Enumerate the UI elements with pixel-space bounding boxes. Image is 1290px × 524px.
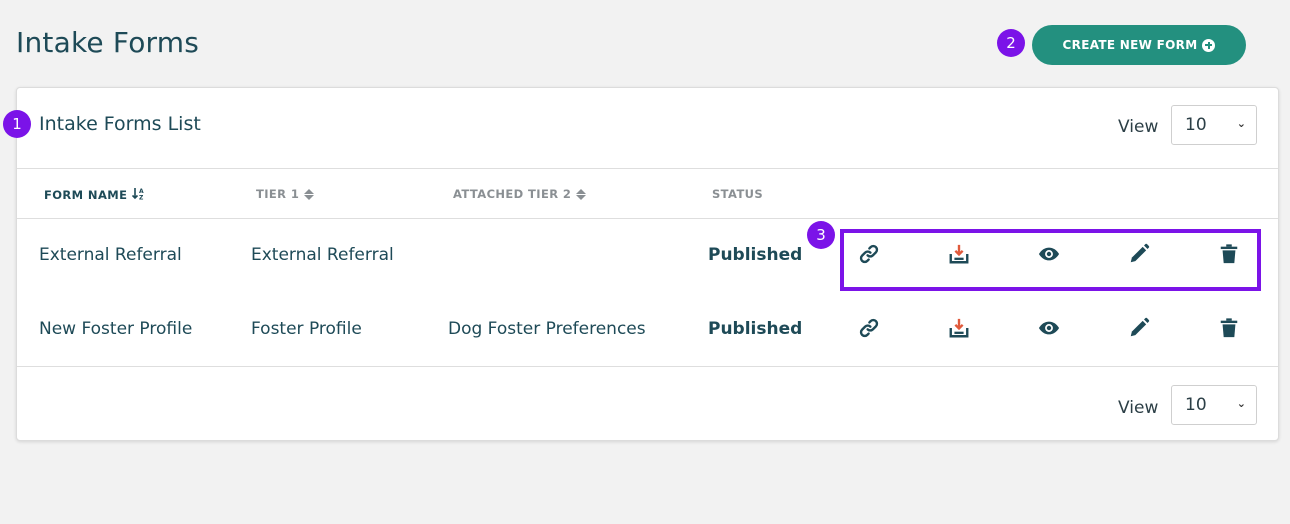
row2-tier1: Foster Profile xyxy=(251,319,362,339)
sort-icon xyxy=(304,188,315,200)
column-header-tier1[interactable]: TIER 1 xyxy=(256,187,315,201)
view-select-top[interactable]: 10 ⌄ xyxy=(1171,105,1257,145)
chevron-down-icon: ⌄ xyxy=(1236,117,1246,130)
create-new-form-button[interactable]: CREATE NEW FORM xyxy=(1032,25,1246,65)
row2-form-name[interactable]: New Foster Profile xyxy=(39,319,192,339)
column-header-status: STATUS xyxy=(712,187,764,201)
sort-az-icon: AZ xyxy=(132,187,146,203)
row2-status: Published xyxy=(708,319,803,339)
plus-circle-icon xyxy=(1202,38,1216,52)
pencil-icon[interactable] xyxy=(1128,243,1150,265)
view-label-top: View xyxy=(1118,117,1159,137)
row1-status: Published xyxy=(708,245,803,265)
download-icon[interactable] xyxy=(948,317,970,339)
download-icon[interactable] xyxy=(948,243,970,265)
view-select-bottom[interactable]: 10 ⌄ xyxy=(1171,385,1257,425)
view-select-top-value: 10 xyxy=(1185,115,1207,135)
header-divider xyxy=(17,168,1278,169)
trash-icon[interactable] xyxy=(1218,243,1240,265)
create-new-form-label: CREATE NEW FORM xyxy=(1062,38,1198,52)
svg-text:Z: Z xyxy=(139,195,144,201)
link-icon[interactable] xyxy=(858,243,880,265)
card-title: Intake Forms List xyxy=(39,113,201,135)
column-header-form-name[interactable]: FORM NAME AZ xyxy=(44,187,146,203)
footer-divider xyxy=(17,366,1278,367)
trash-icon[interactable] xyxy=(1218,317,1240,339)
intake-forms-card: Intake Forms List View 10 ⌄ FORM NAME AZ… xyxy=(16,87,1279,441)
annotation-badge-2: 2 xyxy=(997,29,1025,57)
row1-form-name[interactable]: External Referral xyxy=(39,245,182,265)
column-header-tier2[interactable]: ATTACHED TIER 2 xyxy=(453,187,587,201)
annotation-badge-3: 3 xyxy=(807,221,835,249)
view-select-bottom-value: 10 xyxy=(1185,395,1207,415)
pencil-icon[interactable] xyxy=(1128,317,1150,339)
eye-icon[interactable] xyxy=(1038,317,1060,339)
sort-icon xyxy=(576,188,587,200)
view-label-bottom: View xyxy=(1118,398,1159,418)
chevron-down-icon: ⌄ xyxy=(1236,397,1246,410)
row1-tier1: External Referral xyxy=(251,245,394,265)
link-icon[interactable] xyxy=(858,317,880,339)
annotation-badge-1: 1 xyxy=(3,110,31,138)
eye-icon[interactable] xyxy=(1038,243,1060,265)
row2-tier2: Dog Foster Preferences xyxy=(448,319,646,339)
page-title: Intake Forms xyxy=(16,26,200,59)
column-header-divider xyxy=(17,218,1278,219)
